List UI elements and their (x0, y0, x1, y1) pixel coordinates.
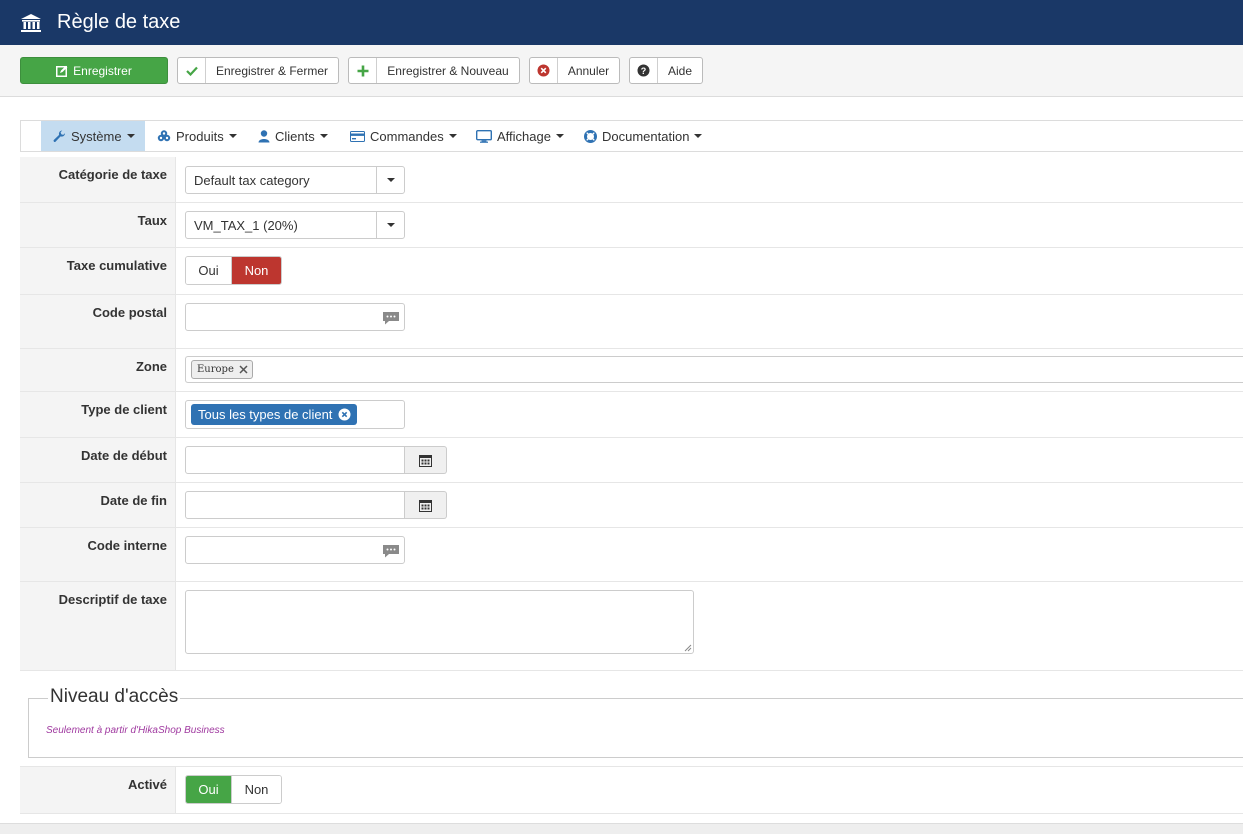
active-toggle: Oui Non (185, 775, 282, 804)
postal-code-input[interactable] (185, 303, 405, 331)
end-date-calendar-button[interactable] (405, 491, 447, 519)
bank-icon (20, 12, 42, 34)
menu-item-produits[interactable]: Produits (157, 121, 237, 151)
rate-select[interactable]: VM_TAX_1 (20%) (185, 211, 405, 239)
cancel-button[interactable]: Annuler (529, 57, 620, 84)
rate-label: Taux (20, 203, 176, 247)
save-close-button[interactable]: Enregistrer & Fermer (177, 57, 339, 84)
internal-code-input[interactable] (185, 536, 405, 564)
cubes-icon (157, 130, 171, 142)
client-type-label: Type de client (20, 392, 176, 437)
start-date-picker (185, 446, 447, 474)
toolbar: Enregistrer Enregistrer & Fermer Enregis… (0, 45, 1243, 97)
menu-item-commandes[interactable]: Commandes (350, 121, 457, 151)
page-title: Règle de taxe (57, 11, 181, 33)
active-yes-option[interactable]: Oui (186, 776, 232, 803)
caret-down-icon (448, 134, 457, 138)
active-label: Activé (20, 767, 176, 813)
start-date-calendar-button[interactable] (405, 446, 447, 474)
start-date-input[interactable] (185, 446, 405, 474)
cancel-circle-icon (530, 58, 558, 83)
cumulative-label: Taxe cumulative (20, 248, 176, 294)
postal-code-label: Code postal (20, 295, 176, 348)
wrench-icon (53, 129, 66, 143)
end-date-label: Date de fin (20, 483, 176, 527)
save-button[interactable]: Enregistrer (20, 57, 168, 84)
svg-text:?: ? (641, 66, 647, 76)
start-date-label: Date de début (20, 438, 176, 482)
caret-down-icon (555, 134, 564, 138)
save-new-button[interactable]: Enregistrer & Nouveau (348, 57, 520, 84)
end-date-input[interactable] (185, 491, 405, 519)
calendar-icon (419, 499, 432, 512)
caret-down-icon (228, 134, 237, 138)
close-icon[interactable] (239, 365, 248, 374)
menu-item-clients[interactable]: Clients (258, 121, 328, 151)
access-level-legend: Niveau d'accès (48, 686, 181, 708)
resize-handle-icon[interactable] (684, 644, 692, 652)
comment-icon (382, 311, 400, 328)
cumulative-no-option[interactable]: Non (232, 257, 281, 284)
end-date-picker (185, 491, 447, 519)
lifebuoy-icon (584, 129, 597, 143)
comment-icon (382, 544, 400, 561)
internal-code-label: Code interne (20, 528, 176, 581)
client-type-input[interactable]: Tous les types de client (185, 400, 405, 429)
caret-down-icon (126, 134, 135, 138)
close-circle-icon[interactable] (338, 408, 351, 421)
client-type-tag: Tous les types de client (191, 404, 358, 425)
zone-input[interactable]: Europe (185, 356, 1243, 383)
help-button[interactable]: ? Aide (629, 57, 703, 84)
business-only-note: Seulement à partir d'HikaShop Business (46, 725, 225, 736)
user-icon (258, 129, 270, 143)
question-circle-icon: ? (630, 58, 658, 83)
zone-tag: Europe (191, 360, 253, 379)
caret-down-icon (319, 134, 328, 138)
active-no-option[interactable]: Non (232, 776, 281, 803)
page-header: Règle de taxe (0, 0, 1243, 45)
status-bar (0, 823, 1243, 834)
caret-down-icon (376, 167, 404, 193)
cumulative-yes-option[interactable]: Oui (186, 257, 232, 284)
menu-item-systeme[interactable]: Système (41, 121, 145, 151)
tax-category-select[interactable]: Default tax category (185, 166, 405, 194)
tax-category-label: Catégorie de taxe (20, 157, 176, 202)
credit-card-icon (350, 130, 365, 142)
menu-item-documentation[interactable]: Documentation (584, 121, 703, 151)
check-icon (178, 58, 206, 83)
main-menu: Système Produits Clients Commandes Affic… (20, 120, 1243, 152)
cumulative-toggle: Oui Non (185, 256, 282, 285)
caret-down-icon (376, 212, 404, 238)
monitor-icon (476, 129, 492, 143)
calendar-icon (419, 454, 432, 467)
description-label: Descriptif de taxe (20, 582, 176, 670)
zone-label: Zone (20, 349, 176, 391)
caret-down-icon (694, 134, 703, 138)
menu-item-affichage[interactable]: Affichage (476, 121, 564, 151)
description-textarea[interactable] (185, 590, 694, 654)
edit-icon (56, 65, 68, 77)
plus-icon (349, 58, 377, 83)
